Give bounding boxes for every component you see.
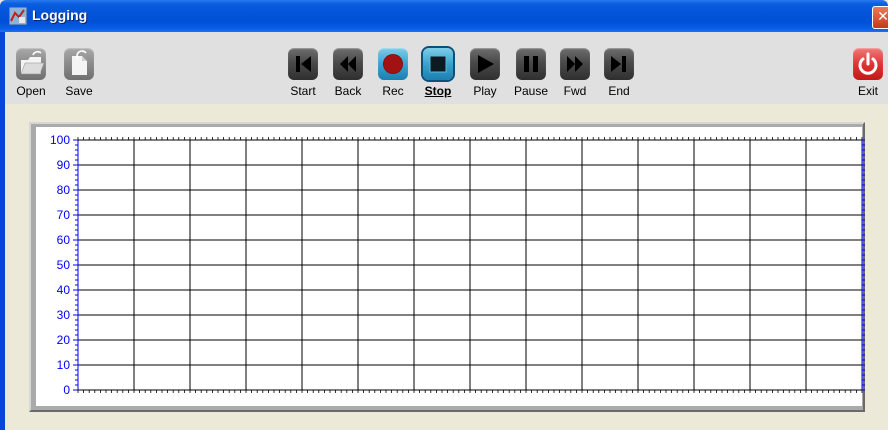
- chart-y-tick-label: 20: [57, 333, 71, 347]
- chart-y-tick-label: 40: [57, 283, 71, 297]
- logging-window: Logging ✕ Open Save Start Back Rec Stop …: [0, 0, 888, 430]
- chart-y-tick-label: 100: [50, 133, 70, 147]
- logging-chart: 1009080706050403020100: [50, 133, 865, 397]
- chart-y-tick-label: 80: [57, 183, 71, 197]
- chart-y-tick-label: 50: [57, 258, 71, 272]
- chart-y-tick-label: 30: [57, 308, 71, 322]
- chart-y-tick-label: 70: [57, 208, 71, 222]
- chart-y-tick-label: 60: [57, 233, 71, 247]
- chart-y-tick-label: 10: [57, 358, 71, 372]
- chart-y-tick-label: 0: [63, 383, 70, 397]
- chart-y-tick-label: 90: [57, 158, 71, 172]
